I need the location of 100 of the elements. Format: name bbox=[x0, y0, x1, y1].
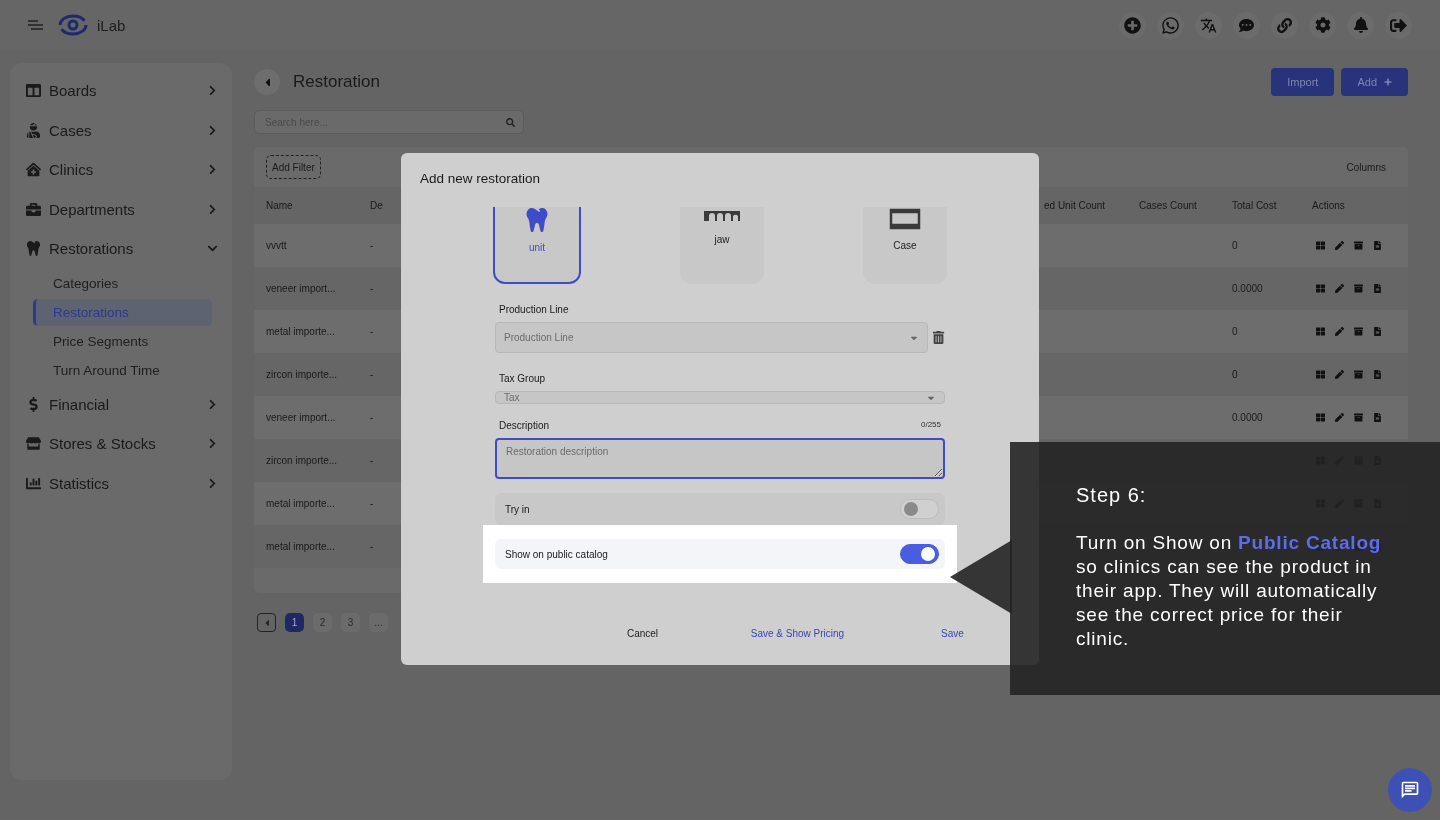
chat-button[interactable] bbox=[1388, 768, 1432, 812]
translate-icon[interactable] bbox=[1195, 11, 1222, 39]
table-cell: - bbox=[370, 283, 374, 294]
sidebar-subitem[interactable]: Price Segments bbox=[33, 327, 212, 355]
chevron-right-icon bbox=[207, 438, 218, 450]
column-header: ed Unit Count bbox=[1044, 200, 1106, 211]
chat-icon[interactable] bbox=[1233, 11, 1260, 39]
field-label: Tax Group bbox=[499, 373, 546, 384]
chevron-right-icon bbox=[207, 398, 218, 410]
trash-icon[interactable] bbox=[932, 331, 945, 344]
archive-icon[interactable] bbox=[1354, 241, 1363, 250]
document-icon[interactable] bbox=[1373, 284, 1382, 293]
table-cell: vvvtt bbox=[266, 240, 287, 251]
briefcase-icon bbox=[26, 201, 41, 217]
tooth-icon bbox=[525, 208, 549, 232]
table-cell: - bbox=[370, 369, 374, 380]
search-icon[interactable] bbox=[506, 117, 515, 127]
menu-icon[interactable] bbox=[28, 20, 43, 30]
table-cell: metal importe... bbox=[266, 541, 335, 552]
tax-select[interactable]: Tax bbox=[495, 391, 945, 404]
grid-icon[interactable] bbox=[1316, 413, 1325, 422]
column-header: Name bbox=[266, 200, 293, 211]
bar-chart-icon bbox=[26, 475, 41, 491]
edit-icon[interactable] bbox=[1335, 413, 1344, 422]
column-header: Actions bbox=[1312, 200, 1345, 211]
chevron-right-icon bbox=[207, 124, 218, 136]
toggle-switch[interactable] bbox=[900, 544, 939, 564]
document-icon[interactable] bbox=[1373, 370, 1382, 379]
table-cell: - bbox=[370, 326, 374, 337]
production-line-select[interactable]: Production Line bbox=[495, 322, 928, 353]
grid-icon[interactable] bbox=[1316, 327, 1325, 336]
sidebar-item[interactable]: Restorations bbox=[24, 229, 218, 269]
grid-icon[interactable] bbox=[1316, 370, 1325, 379]
add-icon[interactable] bbox=[1119, 11, 1146, 39]
person-icon bbox=[26, 122, 41, 138]
document-icon[interactable] bbox=[1373, 241, 1382, 250]
chevron-right-icon bbox=[207, 477, 218, 489]
table-cell: - bbox=[370, 455, 374, 466]
tooltip-text: Turn on Show on Public Catalog so clinics can see the product in their app. They will automatically see the correct price for their clinic. bbox=[1076, 531, 1383, 651]
sidebar-item[interactable]: Cases bbox=[24, 110, 218, 150]
previous-page-button[interactable] bbox=[257, 613, 276, 632]
type-card[interactable]: unit bbox=[493, 207, 581, 284]
columns-button[interactable]: Columns bbox=[1336, 161, 1396, 173]
column-header: Total Cost bbox=[1232, 200, 1277, 211]
sidebar-subitem[interactable]: Categories bbox=[33, 269, 212, 297]
table-cell: zircon importe... bbox=[266, 369, 338, 380]
link-icon[interactable] bbox=[1271, 11, 1298, 39]
edit-icon[interactable] bbox=[1335, 327, 1344, 336]
save-and-show-pricing-button[interactable]: Save & Show Pricing bbox=[750, 628, 845, 639]
description-field[interactable]: Restoration description bbox=[495, 438, 945, 479]
settings-icon[interactable] bbox=[1309, 11, 1336, 39]
chevron-right-icon bbox=[207, 203, 218, 215]
back-button[interactable] bbox=[254, 69, 280, 95]
table-cell: 0.0000 bbox=[1232, 283, 1263, 294]
sidebar-item[interactable]: Statistics bbox=[24, 463, 218, 503]
sidebar-item[interactable]: Financial bbox=[24, 384, 218, 424]
jaw-icon bbox=[703, 208, 741, 224]
page-title: Restoration bbox=[293, 72, 380, 92]
page-button[interactable]: 1 bbox=[285, 613, 304, 632]
add-filter-button[interactable]: Add Filter bbox=[266, 155, 321, 179]
sidebar-item[interactable]: Stores & Stocks bbox=[24, 424, 218, 464]
archive-icon[interactable] bbox=[1354, 327, 1363, 336]
table-cell: - bbox=[370, 541, 374, 552]
bell-icon[interactable] bbox=[1347, 11, 1374, 39]
app-name: iLab bbox=[97, 16, 126, 34]
chevron-right-icon bbox=[207, 164, 218, 176]
archive-icon[interactable] bbox=[1354, 413, 1363, 422]
chat-icon bbox=[1400, 780, 1420, 800]
logout-icon[interactable] bbox=[1385, 11, 1412, 39]
grid-icon[interactable] bbox=[1316, 284, 1325, 293]
edit-icon[interactable] bbox=[1335, 370, 1344, 379]
type-card[interactable]: Case bbox=[863, 207, 947, 284]
logo-icon bbox=[57, 14, 89, 36]
import-button[interactable]: Import bbox=[1271, 68, 1335, 96]
save-button[interactable]: Save bbox=[941, 628, 964, 639]
archive-icon[interactable] bbox=[1354, 370, 1363, 379]
chevron-right-icon bbox=[207, 85, 218, 97]
add-button[interactable]: Add bbox=[1341, 68, 1408, 96]
whatsapp-icon[interactable] bbox=[1157, 11, 1184, 39]
teeth-icon bbox=[889, 208, 921, 230]
sidebar-subitem[interactable]: Turn Around Time bbox=[33, 356, 212, 384]
grid-icon[interactable] bbox=[1316, 241, 1325, 250]
edit-icon[interactable] bbox=[1335, 241, 1344, 250]
board-icon bbox=[26, 83, 41, 99]
document-icon[interactable] bbox=[1373, 327, 1382, 336]
sidebar-item[interactable]: Clinics bbox=[24, 150, 218, 190]
sidebar-item[interactable]: Boards bbox=[24, 71, 218, 111]
table-cell: metal importe... bbox=[266, 498, 335, 509]
edit-icon[interactable] bbox=[1335, 284, 1344, 293]
sidebar-item[interactable]: Departments bbox=[24, 189, 218, 229]
page-button[interactable]: 3 bbox=[341, 613, 360, 632]
page-button[interactable]: ... bbox=[369, 613, 388, 632]
toggle-switch[interactable] bbox=[900, 499, 939, 519]
document-icon[interactable] bbox=[1373, 413, 1382, 422]
plus-icon bbox=[1384, 78, 1392, 86]
archive-icon[interactable] bbox=[1354, 284, 1363, 293]
type-card[interactable]: jaw bbox=[680, 207, 764, 284]
cancel-button[interactable]: Cancel bbox=[626, 628, 659, 639]
tooltip-title: Step 6: bbox=[1076, 484, 1148, 507]
column-header: Cases Count bbox=[1139, 200, 1197, 211]
